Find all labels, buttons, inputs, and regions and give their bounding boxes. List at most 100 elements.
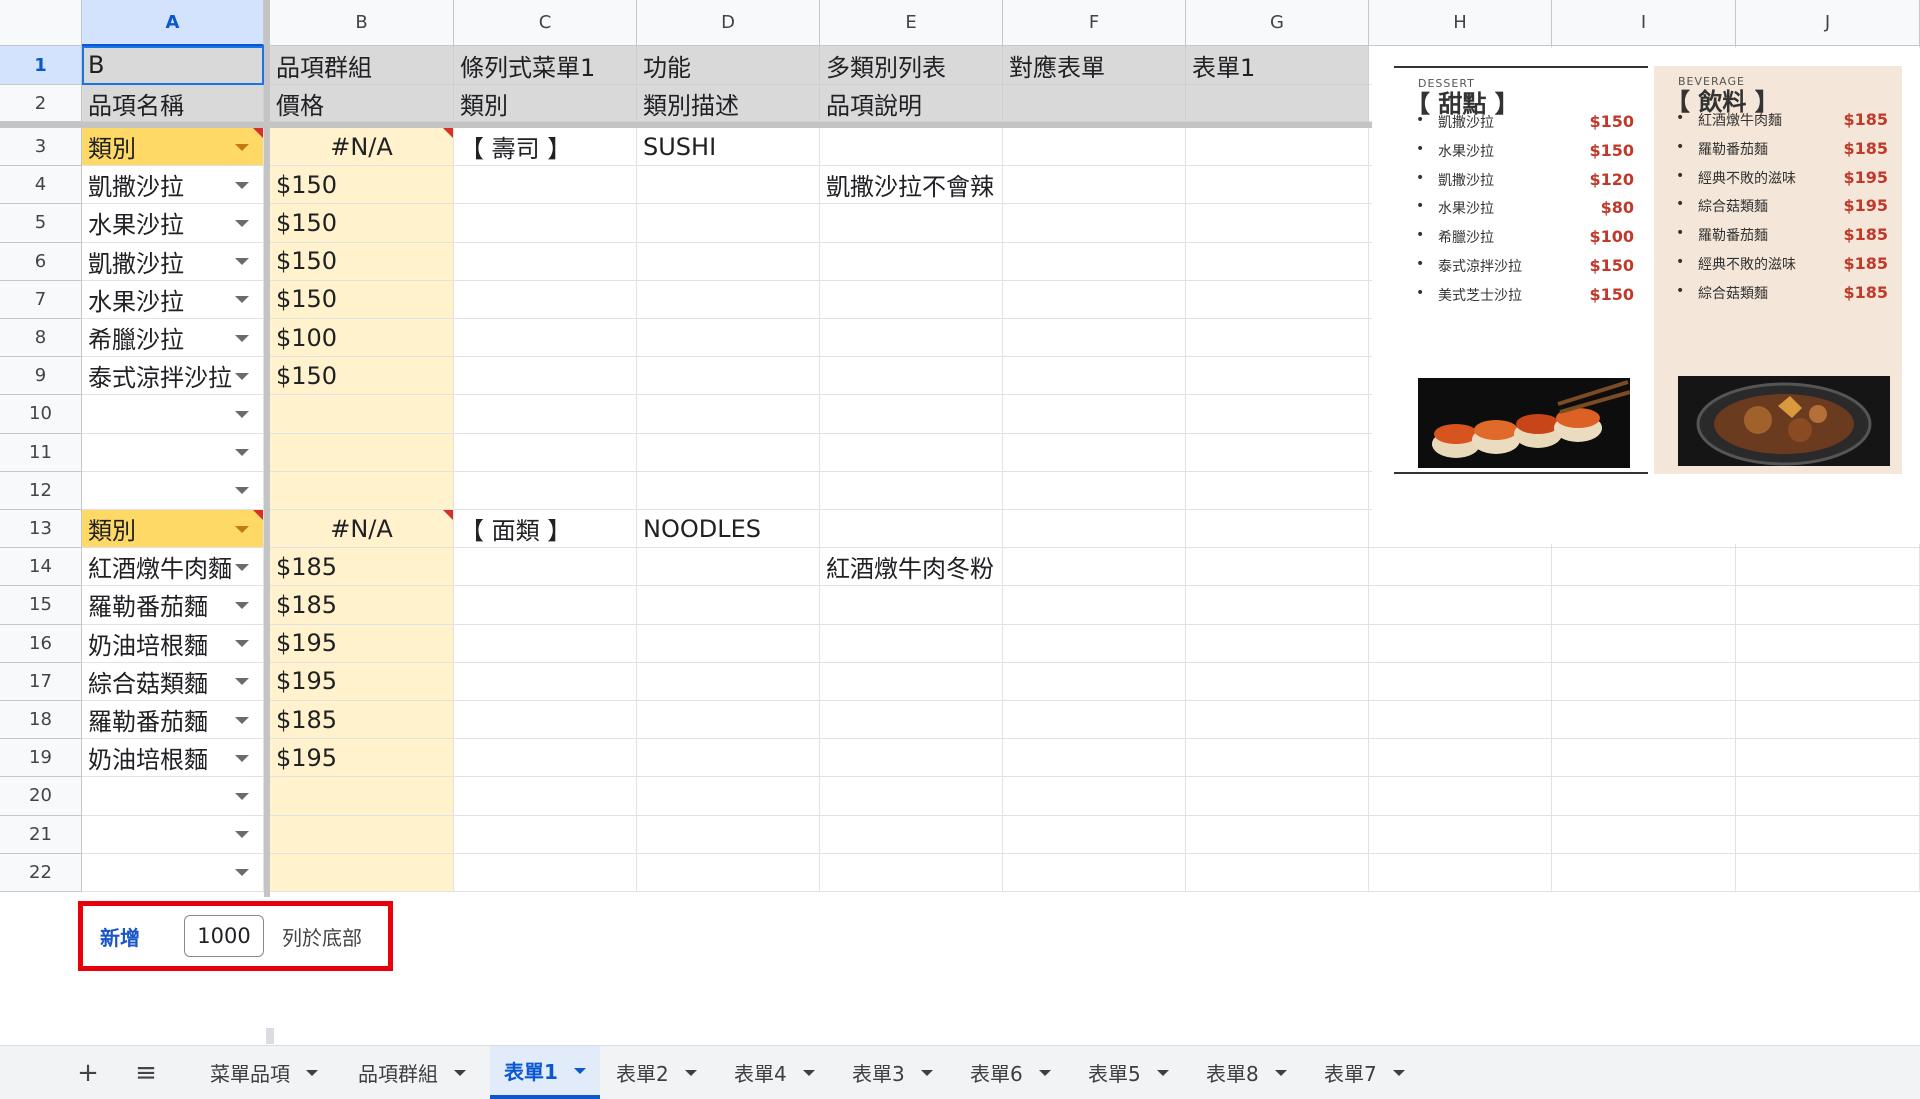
cell-f8[interactable] bbox=[1003, 319, 1186, 358]
dropdown-chevron-icon[interactable] bbox=[235, 831, 249, 839]
row-header-7[interactable]: 7 bbox=[0, 280, 82, 319]
cell-c20[interactable] bbox=[454, 777, 637, 816]
cell-a11[interactable] bbox=[82, 433, 264, 472]
cell-d8[interactable] bbox=[637, 319, 820, 358]
sheet-tab[interactable]: 表單6 bbox=[956, 1046, 1065, 1099]
cell-d19[interactable] bbox=[637, 739, 820, 778]
cell-e5[interactable] bbox=[820, 204, 1003, 243]
cell-j18[interactable] bbox=[1736, 701, 1920, 740]
cell-f17[interactable] bbox=[1003, 662, 1186, 701]
row-header-16[interactable]: 16 bbox=[0, 624, 82, 663]
cell-g15[interactable] bbox=[1186, 586, 1369, 625]
dropdown-chevron-icon[interactable] bbox=[235, 678, 249, 686]
all-sheets-icon[interactable]: ≡ bbox=[126, 1046, 166, 1099]
row-header-12[interactable]: 12 bbox=[0, 471, 82, 510]
cell-e14[interactable]: 紅酒燉牛肉冬粉 bbox=[820, 548, 1003, 587]
cell-f7[interactable] bbox=[1003, 280, 1186, 319]
cell-j15[interactable] bbox=[1736, 586, 1920, 625]
dropdown-chevron-icon[interactable] bbox=[235, 334, 249, 342]
cell-b22[interactable] bbox=[270, 853, 454, 892]
row-header-21[interactable]: 21 bbox=[0, 815, 82, 854]
dropdown-chevron-icon[interactable] bbox=[235, 372, 249, 380]
sheet-tab[interactable]: 表單5 bbox=[1074, 1046, 1183, 1099]
cell-j14[interactable] bbox=[1736, 548, 1920, 587]
column-header-i[interactable]: I bbox=[1552, 0, 1736, 46]
cell-f22[interactable] bbox=[1003, 853, 1186, 892]
dropdown-chevron-icon[interactable] bbox=[235, 219, 249, 227]
cell-b3[interactable]: #N/A bbox=[270, 128, 454, 167]
cell-e21[interactable] bbox=[820, 815, 1003, 854]
tab-menu-chevron-icon[interactable] bbox=[920, 1069, 933, 1076]
cell-e3[interactable] bbox=[820, 128, 1003, 167]
cell-j19[interactable] bbox=[1736, 739, 1920, 778]
cell-c6[interactable] bbox=[454, 242, 637, 281]
cell-h17[interactable] bbox=[1369, 662, 1552, 701]
cell-d9[interactable] bbox=[637, 357, 820, 396]
tab-menu-chevron-icon[interactable] bbox=[1392, 1069, 1405, 1076]
cell-i19[interactable] bbox=[1552, 739, 1736, 778]
cell-b6[interactable]: $150 bbox=[270, 242, 454, 281]
cell-g10[interactable] bbox=[1186, 395, 1369, 434]
cell-j16[interactable] bbox=[1736, 624, 1920, 663]
tab-menu-chevron-icon[interactable] bbox=[306, 1069, 318, 1076]
cell-g8[interactable] bbox=[1186, 319, 1369, 358]
cell-c9[interactable] bbox=[454, 357, 637, 396]
cell-g7[interactable] bbox=[1186, 280, 1369, 319]
cell-b7[interactable]: $150 bbox=[270, 280, 454, 319]
cell-f12[interactable] bbox=[1003, 471, 1186, 510]
dropdown-chevron-icon[interactable] bbox=[235, 754, 249, 762]
cell-e16[interactable] bbox=[820, 624, 1003, 663]
cell-g17[interactable] bbox=[1186, 662, 1369, 701]
cell-a5[interactable]: 水果沙拉 bbox=[82, 204, 264, 243]
cell-g3[interactable] bbox=[1186, 128, 1369, 167]
cell-h16[interactable] bbox=[1369, 624, 1552, 663]
cell-f18[interactable] bbox=[1003, 701, 1186, 740]
cell-c16[interactable] bbox=[454, 624, 637, 663]
cell-c21[interactable] bbox=[454, 815, 637, 854]
cell-b5[interactable]: $150 bbox=[270, 204, 454, 243]
cell-a13[interactable]: 類別 bbox=[82, 510, 264, 549]
cell-j22[interactable] bbox=[1736, 853, 1920, 892]
sheet-tab[interactable]: 品項群組 bbox=[344, 1046, 480, 1099]
cell-j17[interactable] bbox=[1736, 662, 1920, 701]
select-all-corner[interactable] bbox=[0, 0, 82, 46]
cell-c11[interactable] bbox=[454, 433, 637, 472]
dropdown-chevron-icon[interactable] bbox=[235, 869, 249, 877]
cell-b17[interactable]: $195 bbox=[270, 662, 454, 701]
cell-c1[interactable]: 條列式菜單1 bbox=[454, 46, 637, 85]
cell-b10[interactable] bbox=[270, 395, 454, 434]
cell-a10[interactable] bbox=[82, 395, 264, 434]
cell-d15[interactable] bbox=[637, 586, 820, 625]
dropdown-chevron-icon[interactable] bbox=[235, 258, 249, 266]
row-header-22[interactable]: 22 bbox=[0, 853, 82, 892]
cell-a1[interactable]: B bbox=[82, 46, 264, 85]
cell-c17[interactable] bbox=[454, 662, 637, 701]
cell-b9[interactable]: $150 bbox=[270, 357, 454, 396]
cell-f14[interactable] bbox=[1003, 548, 1186, 587]
tab-menu-chevron-icon[interactable] bbox=[1038, 1069, 1051, 1076]
cell-i14[interactable] bbox=[1552, 548, 1736, 587]
dropdown-chevron-icon[interactable] bbox=[235, 525, 249, 533]
cell-f2[interactable] bbox=[1003, 85, 1186, 122]
cell-j21[interactable] bbox=[1736, 815, 1920, 854]
cell-b13[interactable]: #N/A bbox=[270, 510, 454, 549]
dropdown-chevron-icon[interactable] bbox=[235, 601, 249, 609]
cell-c10[interactable] bbox=[454, 395, 637, 434]
cell-c3[interactable]: 【 壽司 】 bbox=[454, 128, 637, 167]
cell-d10[interactable] bbox=[637, 395, 820, 434]
cell-c12[interactable] bbox=[454, 471, 637, 510]
cell-e8[interactable] bbox=[820, 319, 1003, 358]
cell-b1[interactable]: 品項群組 bbox=[270, 46, 454, 85]
dropdown-chevron-icon[interactable] bbox=[235, 792, 249, 800]
cell-d12[interactable] bbox=[637, 471, 820, 510]
add-rows-button[interactable]: 新增 bbox=[100, 922, 140, 951]
dropdown-chevron-icon[interactable] bbox=[235, 640, 249, 648]
cell-c22[interactable] bbox=[454, 853, 637, 892]
cell-e11[interactable] bbox=[820, 433, 1003, 472]
cell-a22[interactable] bbox=[82, 853, 264, 892]
row-header-4[interactable]: 4 bbox=[0, 166, 82, 205]
cell-e18[interactable] bbox=[820, 701, 1003, 740]
tab-menu-chevron-icon[interactable] bbox=[1274, 1069, 1287, 1076]
tab-menu-chevron-icon[interactable] bbox=[802, 1069, 815, 1076]
row-header-10[interactable]: 10 bbox=[0, 395, 82, 434]
